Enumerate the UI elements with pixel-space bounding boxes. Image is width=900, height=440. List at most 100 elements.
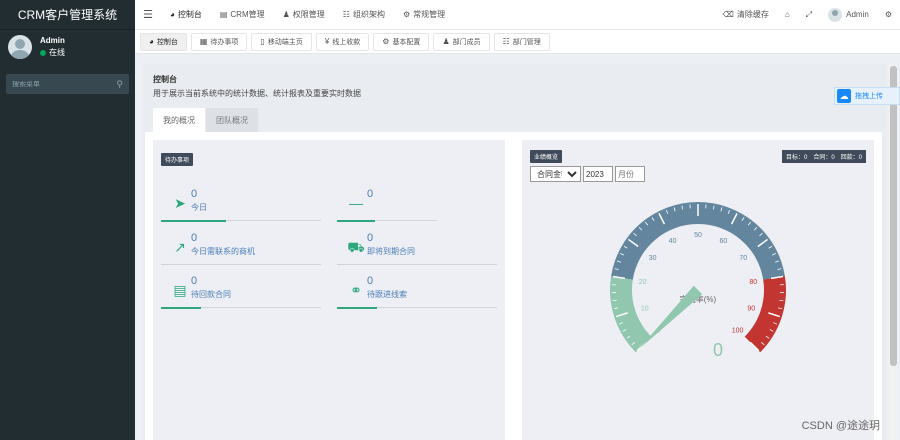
gear-icon: ⚙ (884, 10, 892, 19)
menu-toggle-icon[interactable]: ☰ (135, 8, 161, 21)
content-scrollbar[interactable] (889, 64, 898, 440)
stat-item[interactable]: — 0 (337, 186, 497, 226)
gauge-tick-label: 100 (732, 328, 744, 335)
stat-label: 今日需联系的商机 (191, 247, 255, 256)
trash-icon: ⌫ (722, 10, 734, 19)
nav-item-label: 控制台 (177, 10, 202, 19)
user-status-label: 在线 (49, 48, 65, 57)
nav-item-general[interactable]: ⚙ 常规管理 (394, 0, 454, 30)
settings-button[interactable]: ⚙ (877, 0, 900, 30)
stat-progress (337, 264, 497, 265)
user-menu-name: Admin (846, 10, 869, 19)
rocket-icon: ➤ (174, 195, 186, 211)
tab-label: 基本配置 (392, 38, 421, 46)
tab-department-members[interactable]: ♟ 部门成员 (433, 32, 490, 51)
search-icon[interactable]: ⚲ (116, 79, 123, 90)
truck-icon: ⛟ (347, 239, 365, 255)
clear-cache-button[interactable]: ⌫ 清除缓存 (715, 0, 777, 30)
gauge-tick-label: 30 (649, 255, 657, 262)
users-icon: ♟ (282, 10, 290, 19)
page-tabs-bar: ◕ 控制台 ▦ 待办事项 ▯ 移动端主页 ¥ 线上收款 ⚙ 基本配置 ♟ 部门成… (135, 30, 900, 54)
scroll-thumb[interactable] (890, 66, 897, 366)
tab-mobile-home[interactable]: ▯ 移动端主页 (251, 32, 312, 51)
user-avatar-small (828, 7, 843, 22)
stat-item[interactable]: ↗ 0 今日需联系的商机 (161, 230, 321, 270)
stat-item[interactable]: ⚭ 0 待跟进线索 (337, 273, 497, 313)
list-icon: ▤ (219, 10, 228, 19)
sidebar-search-input[interactable] (12, 80, 117, 88)
calendar-icon: ▦ (199, 37, 208, 46)
stat-value: 0 (367, 188, 374, 200)
minus-icon: — (349, 195, 363, 211)
stat-label: 待回款合同 (191, 290, 231, 299)
stat-value: 0 (367, 232, 374, 244)
stat-progress (161, 264, 321, 265)
user-avatar (8, 35, 32, 59)
line-chart-icon: ↗ (174, 239, 186, 255)
nav-item-organization[interactable]: ☷ 组织架构 (334, 0, 394, 30)
drag-upload-button[interactable]: ☁ 拖拽上传 (834, 87, 900, 105)
user-panel: Admin 在线 (0, 30, 135, 64)
user-menu[interactable]: Admin (820, 0, 877, 30)
home-icon: ⌂ (784, 10, 790, 19)
home-link[interactable]: ⌂ (777, 0, 798, 30)
nav-item-permissions[interactable]: ♟ 权限管理 (274, 0, 334, 30)
tab-label: 移动端主页 (267, 38, 303, 46)
performance-badge: 业绩概览 (530, 150, 563, 163)
gauge-value: 0 (713, 340, 723, 360)
metric-select[interactable]: 合同金额 (530, 166, 581, 182)
stat-item[interactable]: ⛟ 0 即将到期合同 (337, 230, 497, 270)
gauge-tick-label: 10 (641, 305, 649, 312)
app-logo[interactable]: CRM客户管理系统 (0, 0, 135, 30)
stat-item[interactable]: ▤ 0 待回款合同 (161, 273, 321, 313)
nav-item-label: 组织架构 (352, 10, 385, 19)
dashboard-icon: ◕ (170, 10, 175, 19)
cogs-icon: ⚙ (402, 10, 411, 19)
tab-team-overview[interactable]: 团队概况 (206, 108, 258, 132)
tab-label: 部门成员 (452, 38, 481, 46)
drag-upload-label: 拖拽上传 (855, 93, 883, 100)
overview-tabs: 我的概况 团队概况 (153, 108, 259, 132)
gauge-tick (612, 299, 617, 302)
pending-panel: 待办事项 ➤ 0 今日 — 0 ↗ 0 今日需联系的商机 ⛟ 0 即将到期合同 … (153, 140, 505, 440)
nav-item-crm[interactable]: ▤ CRM管理 (211, 0, 274, 30)
gauge-tick-label: 70 (739, 255, 747, 262)
completion-gauge: 0102030405060708090100完成率(%)0 (522, 190, 874, 440)
users-icon: ♟ (442, 37, 450, 46)
payment-count: 回款：0 (840, 155, 862, 161)
tab-department-management[interactable]: ☷ 部门管理 (493, 32, 550, 51)
nav-item-label: 常规管理 (413, 10, 446, 19)
user-name: Admin (40, 36, 65, 45)
contract-count: 合同：0 (813, 155, 835, 161)
gauge-tick-label: 90 (747, 305, 755, 312)
stat-progress (161, 220, 321, 222)
gauge-band-low (610, 276, 652, 353)
year-input[interactable] (583, 166, 613, 182)
stat-value: 0 (191, 188, 198, 200)
tab-label: 待办事项 (210, 38, 239, 46)
user-status: 在线 (40, 47, 65, 59)
gauge-tick-label: 20 (639, 279, 647, 286)
month-input[interactable] (615, 166, 645, 182)
performance-counts: 目标：0 合同：0 回款：0 (781, 150, 866, 163)
gauge-svg: 0102030405060708090100完成率(%)0 (610, 202, 786, 360)
page-header: 控制台 用于展示当前系统中的统计数据、统计报表及重要实时数据 (153, 74, 361, 99)
gauge-band-high (744, 276, 786, 353)
online-status-icon (40, 50, 46, 56)
tab-basic-config[interactable]: ⚙ 基本配置 (373, 32, 430, 51)
gauge-tick-label: 40 (669, 238, 677, 245)
gauge-pointer (638, 285, 703, 350)
gear-icon: ⚙ (382, 37, 390, 46)
tab-label: 控制台 (156, 38, 178, 46)
tab-my-overview[interactable]: 我的概况 (153, 108, 205, 132)
stat-label: 今日 (191, 203, 207, 212)
tab-dashboard[interactable]: ◕ 控制台 (140, 32, 187, 51)
content-area: 控制台 用于展示当前系统中的统计数据、统计报表及重要实时数据 我的概况 团队概况… (143, 64, 887, 440)
tab-label: 部门管理 (512, 38, 541, 46)
nav-item-dashboard[interactable]: ◕ 控制台 (161, 0, 211, 30)
dashboard-icon: ◕ (149, 37, 154, 46)
fullscreen-button[interactable]: ⤢ (798, 0, 820, 30)
stat-item[interactable]: ➤ 0 今日 (161, 186, 321, 226)
tab-online-payment[interactable]: ¥ 线上收款 (315, 32, 370, 51)
tab-todo[interactable]: ▦ 待办事项 (190, 32, 248, 51)
